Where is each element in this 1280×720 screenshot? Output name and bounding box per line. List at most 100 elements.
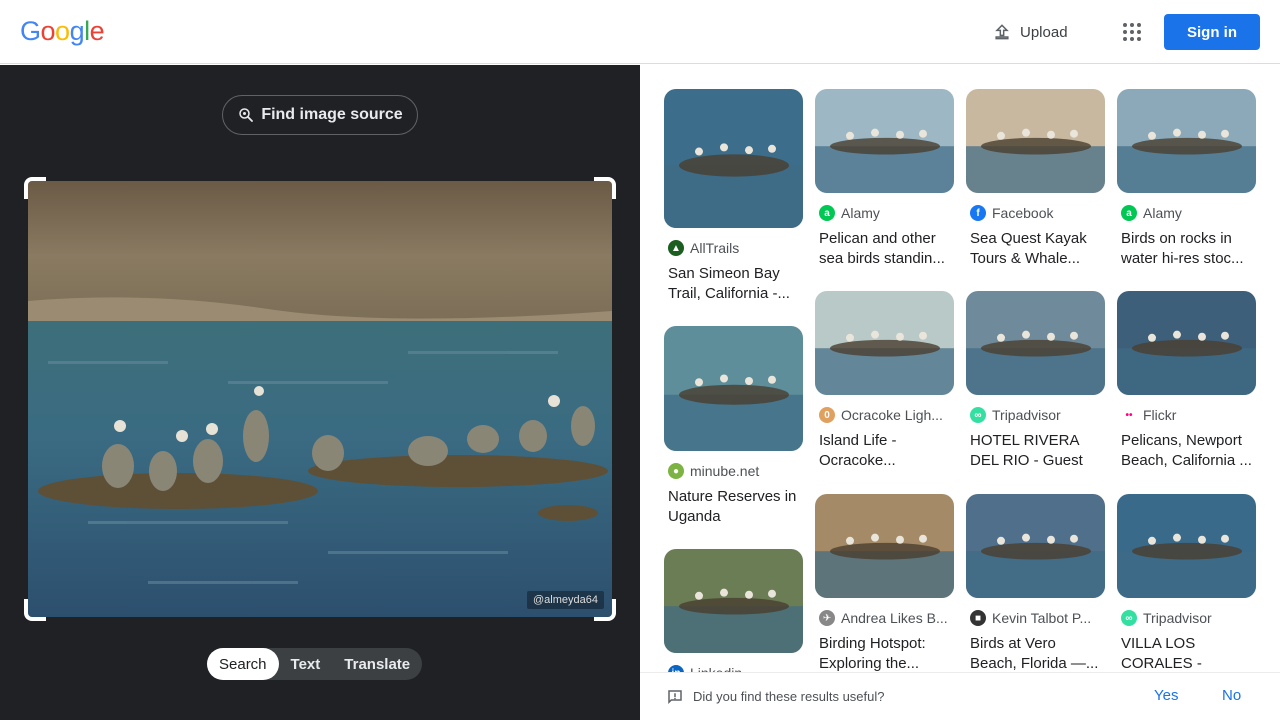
result-title[interactable]: HOTEL RIVERA DEL RIO - Guest hous...	[970, 431, 1101, 471]
result-card[interactable]: ▲ AllTrails San Simeon Bay Trail, Californ…	[664, 89, 803, 304]
result-title[interactable]: VILLA LOS CORALES - Prices...	[1121, 634, 1252, 672]
result-thumbnail[interactable]	[815, 291, 954, 395]
result-card[interactable]: •• Flickr Pelicans, Newport Beach, Califor…	[1117, 291, 1256, 471]
tab-translate[interactable]: Translate	[332, 648, 422, 680]
result-title[interactable]: Birds at Vero Beach, Florida —...	[970, 634, 1101, 672]
result-thumbnail[interactable]	[664, 549, 803, 653]
feedback-yes-button[interactable]: Yes	[1154, 687, 1178, 704]
feedback-no-button[interactable]: No	[1222, 687, 1241, 704]
result-source[interactable]: •• Flickr	[1121, 407, 1256, 423]
logo-letter: o	[40, 16, 56, 46]
result-thumbnail[interactable]	[664, 326, 803, 451]
result-thumbnail[interactable]	[1117, 494, 1256, 598]
source-favicon-icon: f	[970, 205, 986, 221]
result-thumbnail[interactable]	[1117, 291, 1256, 395]
result-title[interactable]: Sea Quest Kayak Tours & Whale...	[970, 229, 1101, 269]
result-source[interactable]: ✈ Andrea Likes B...	[819, 610, 954, 626]
result-source[interactable]: a Alamy	[1121, 205, 1256, 221]
logo-letter: o	[55, 16, 70, 46]
logo-letter: g	[69, 16, 85, 46]
result-source[interactable]: a Alamy	[819, 205, 954, 221]
result-card[interactable]: a Alamy Birds on rocks in water hi-res sto…	[1117, 89, 1256, 269]
result-card[interactable]: ■ Kevin Talbot P... Birds at Vero Beach, F…	[966, 494, 1105, 672]
result-source[interactable]: 0 Ocracoke Ligh...	[819, 407, 954, 423]
source-name: minube.net	[690, 463, 760, 479]
source-name: Andrea Likes B...	[841, 610, 948, 626]
result-thumbnail[interactable]	[815, 494, 954, 598]
result-thumbnail[interactable]	[815, 89, 954, 193]
source-favicon-icon: a	[819, 205, 835, 221]
source-favicon-icon: a	[1121, 205, 1137, 221]
source-name: Flickr	[1143, 407, 1177, 423]
source-name: Alamy	[841, 205, 880, 221]
result-card[interactable]: ∞ Tripadvisor HOTEL RIVERA DEL RIO - Guest…	[966, 291, 1105, 471]
result-title[interactable]: Birding Hotspot: Exploring the...	[819, 634, 950, 672]
result-thumbnail[interactable]	[966, 291, 1105, 395]
result-card[interactable]: in Linkedin	[664, 549, 803, 672]
source-name: Ocracoke Ligh...	[841, 407, 943, 423]
lens-image-panel: Find image source @almeyda64 Search Text…	[0, 65, 640, 720]
source-name: Linkedin	[690, 665, 742, 672]
result-title[interactable]: San Simeon Bay Trail, California -...	[668, 264, 799, 304]
result-title[interactable]: Pelican and other sea birds standin...	[819, 229, 950, 269]
sign-in-button[interactable]: Sign in	[1164, 14, 1260, 50]
crop-selection[interactable]: @almeyda64	[24, 177, 616, 621]
source-favicon-icon: ✈	[819, 610, 835, 626]
source-favicon-icon: ∞	[1121, 610, 1137, 626]
upload-icon	[995, 24, 1009, 40]
top-bar: Google Upload Sign in	[0, 0, 1280, 64]
result-thumbnail[interactable]	[966, 89, 1105, 193]
result-title[interactable]: Birds on rocks in water hi-res stoc...	[1121, 229, 1252, 269]
crop-handle-bottom-right[interactable]	[594, 599, 616, 621]
feedback-question: Did you find these results useful?	[693, 689, 885, 704]
result-title[interactable]: Nature Reserves in Uganda	[668, 487, 799, 527]
upload-button[interactable]: Upload	[992, 19, 1068, 45]
source-favicon-icon: ●	[668, 463, 684, 479]
feedback-bar: Did you find these results useful? Yes N…	[640, 672, 1280, 720]
source-favicon-icon: ▲	[668, 240, 684, 256]
result-card[interactable]: ∞ Tripadvisor VILLA LOS CORALES - Prices..…	[1117, 494, 1256, 672]
result-source[interactable]: ∞ Tripadvisor	[970, 407, 1105, 423]
result-source[interactable]: ▲ AllTrails	[668, 240, 803, 256]
result-title[interactable]: Pelicans, Newport Beach, California ...	[1121, 431, 1252, 471]
result-thumbnail[interactable]	[966, 494, 1105, 598]
result-source[interactable]: ■ Kevin Talbot P...	[970, 610, 1105, 626]
upload-label: Upload	[1020, 23, 1068, 41]
result-card[interactable]: ✈ Andrea Likes B... Birding Hotspot: Explo…	[815, 494, 954, 672]
source-name: AllTrails	[690, 240, 740, 256]
result-card[interactable]: 0 Ocracoke Ligh... Island Life - Ocracoke.…	[815, 291, 954, 471]
result-title[interactable]: Island Life - Ocracoke...	[819, 431, 950, 471]
source-favicon-icon: ••	[1121, 407, 1137, 423]
logo-letter: e	[89, 16, 105, 46]
result-thumbnail[interactable]	[664, 89, 803, 228]
crop-handle-top-left[interactable]	[24, 177, 46, 199]
result-card[interactable]: f Facebook Sea Quest Kayak Tours & Whale..…	[966, 89, 1105, 269]
query-image: @almeyda64	[28, 181, 612, 617]
result-card[interactable]: a Alamy Pelican and other sea birds standi…	[815, 89, 954, 269]
result-source[interactable]: ∞ Tripadvisor	[1121, 610, 1256, 626]
result-card[interactable]: ● minube.net Nature Reserves in Uganda	[664, 326, 803, 527]
visual-matches: ▲ AllTrails San Simeon Bay Trail, Californ…	[640, 65, 1280, 672]
find-image-source-label: Find image source	[261, 106, 403, 123]
source-favicon-icon: in	[668, 665, 684, 672]
source-name: Tripadvisor	[1143, 610, 1212, 626]
result-source[interactable]: in Linkedin	[668, 665, 803, 672]
result-thumbnail[interactable]	[1117, 89, 1256, 193]
find-image-source-button[interactable]: Find image source	[222, 95, 418, 135]
google-logo[interactable]: Google	[20, 16, 105, 47]
crop-handle-bottom-left[interactable]	[24, 599, 46, 621]
source-name: Alamy	[1143, 205, 1182, 221]
source-name: Facebook	[992, 205, 1054, 221]
crop-handle-top-right[interactable]	[594, 177, 616, 199]
image-watermark: @almeyda64	[527, 591, 604, 609]
tab-search[interactable]: Search	[207, 648, 279, 680]
tab-text[interactable]: Text	[279, 648, 333, 680]
result-source[interactable]: ● minube.net	[668, 463, 803, 479]
source-name: Kevin Talbot P...	[992, 610, 1092, 626]
result-source[interactable]: f Facebook	[970, 205, 1105, 221]
lens-mode-tabs: Search Text Translate	[207, 648, 423, 680]
apps-grid-icon[interactable]	[1120, 20, 1144, 44]
feedback-icon	[668, 690, 682, 705]
source-favicon-icon: ■	[970, 610, 986, 626]
logo-letter: G	[20, 16, 41, 46]
